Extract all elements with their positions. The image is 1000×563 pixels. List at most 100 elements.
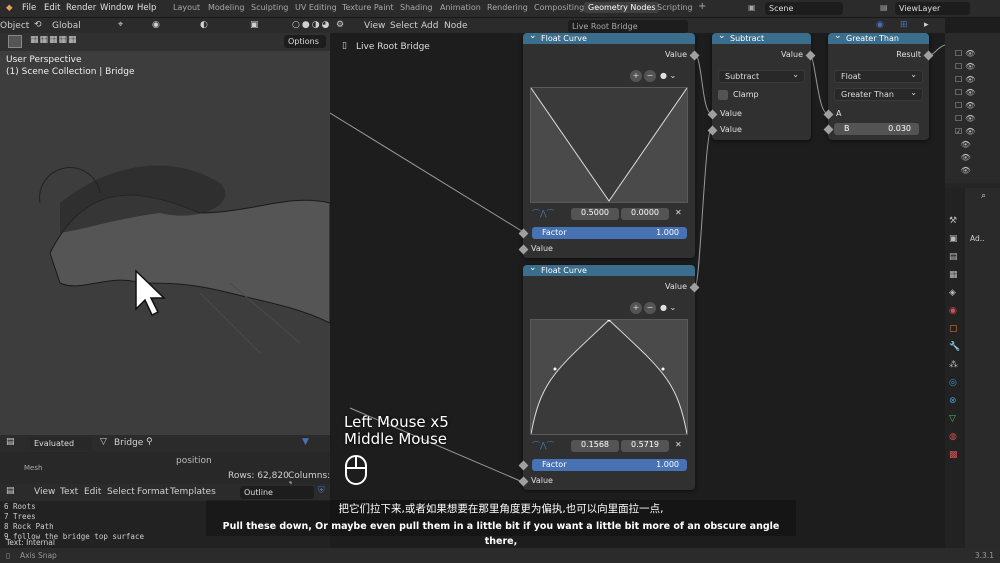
tab-rendering[interactable]: Rendering [487,3,528,12]
outliner[interactable]: ☐👁 ☐👁 ☐👁 ☐👁 ☐👁 ☐👁 ☑👁 👁 👁 👁 [945,33,1000,183]
data-icon[interactable]: ▽ [949,410,960,428]
proportional-edit-icon[interactable]: ◉ [152,20,160,30]
float-curve-node-2[interactable]: Float Curve Value + − ● ⌄ ⌒⋀⌒ 0.1568 0.5… [518,263,700,490]
tab-animation[interactable]: Animation [440,3,481,12]
row-toggle[interactable]: ☐👁 [955,86,978,99]
constraints-icon[interactable]: ⊗ [949,392,960,410]
scene-field[interactable]: Scene [765,2,843,15]
menu-text-templates[interactable]: Templates [170,487,216,497]
object-icon[interactable]: ▢ [949,320,960,338]
outliner-visibility-column[interactable]: ☐👁 ☐👁 ☐👁 ☐👁 ☐👁 ☐👁 ☑👁 👁 👁 👁 [955,47,978,177]
tab-shading[interactable]: Shading [400,3,433,12]
node-editor-canvas[interactable]: ▯ Live Root Bridge Float Curve Value + −… [330,33,945,548]
menu-node-view[interactable]: View [364,21,385,31]
physics-icon[interactable]: ◎ [949,374,960,392]
tab-texture-paint[interactable]: Texture Paint [342,3,394,12]
menu-render[interactable]: Render [66,3,96,13]
scene-icon[interactable]: ◈ [949,284,960,302]
subtract-operation-dropdown[interactable]: Subtract [718,70,805,83]
row-toggle[interactable]: ☐👁 [955,99,978,112]
menu-text-edit[interactable]: Edit [84,487,101,497]
zoom-out-icon[interactable]: − [644,302,656,314]
pin-icon[interactable]: ⚲ [146,437,153,447]
snap-icon[interactable]: ⊞ [900,20,908,30]
snap-icon[interactable]: ⌖ [118,20,123,30]
row-toggle[interactable]: ☑👁 [955,125,978,138]
row-toggle[interactable]: ☐👁 [955,73,978,86]
menu-edit[interactable]: Edit [44,3,60,13]
tab-scripting[interactable]: Scripting [657,3,693,12]
curve-tools-icon[interactable]: ● ⌄ [660,71,676,80]
tab-sculpting[interactable]: Sculpting [251,3,288,12]
object-mode-menu[interactable]: Object [0,21,29,31]
handle-type-icons[interactable]: ⌒⋀⌒ [532,440,555,451]
tab-layout[interactable]: Layout [173,3,200,12]
row-toggle[interactable]: 👁 [955,138,978,151]
delete-point-icon[interactable]: ✕ [675,208,682,217]
fc2-point-x[interactable]: 0.1568 [571,440,619,452]
spreadsheet-editor-icon[interactable]: ▤ [6,437,15,447]
3d-viewport[interactable]: ▦▦▦▦▦ Options User Perspective (1) Scene… [0,33,330,435]
subtract-node[interactable]: Subtract Value Subtract Clamp Value Valu… [707,33,816,140]
view-layer-field[interactable]: ViewLayer [895,2,970,15]
subtract-node-title[interactable]: Subtract [712,33,811,44]
tool-icon[interactable]: ⚒ [949,212,960,230]
zoom-in-icon[interactable]: + [630,302,642,314]
greater-than-b-field[interactable]: B 0.030 [834,123,919,135]
evaluated-dropdown[interactable]: Evaluated [30,437,92,450]
blender-logo-icon[interactable]: ◆ [6,3,13,13]
tab-compositing[interactable]: Compositing [534,3,584,12]
float-curve-node-2-title[interactable]: Float Curve [523,263,695,276]
curve-editor-2[interactable] [530,318,688,435]
sidebar-toggle-icon[interactable]: ▸ [924,20,929,30]
view-layer-icon[interactable]: ▦ [949,266,960,284]
delete-point-icon[interactable]: ✕ [675,440,682,449]
handle-type-icons[interactable]: ⌒⋀⌒ [532,208,555,219]
node-tree-field[interactable]: Live Root Bridge [568,20,688,33]
add-modifier-label[interactable]: Ad.. [970,234,985,243]
row-toggle[interactable]: ☐👁 [955,47,978,60]
menu-text-view[interactable]: View [34,487,55,497]
row-toggle[interactable]: 👁 [955,151,978,164]
fc2-factor-field[interactable]: Factor 1.000 [532,459,687,471]
domain-mesh[interactable]: Mesh [24,464,42,472]
world-icon[interactable]: ◉ [949,302,960,320]
search-icon[interactable]: ⌕ [981,191,986,201]
zoom-out-icon[interactable]: − [644,70,656,82]
menu-window[interactable]: Window [100,3,134,13]
greater-than-node[interactable]: Greater Than Result Float Greater Than A… [823,33,934,140]
fc1-point-y[interactable]: 0.0000 [621,208,669,220]
particles-icon[interactable]: ⁂ [949,356,960,374]
curve-tools-icon[interactable]: ● ⌄ [660,303,676,312]
float-curve-node-1[interactable]: Float Curve Value + − ● ⌄ ⌒⋀⌒ 0.5000 0.0… [518,33,700,258]
texture-icon[interactable]: ▩ [949,446,960,464]
menu-file[interactable]: File [22,3,36,13]
node-editor-icon[interactable]: ⚙ [336,20,344,30]
curve-editor-1[interactable] [530,87,688,203]
compare-operation-dropdown[interactable]: Greater Than [834,88,923,101]
tab-modeling[interactable]: Modeling [208,3,244,12]
options-dropdown[interactable]: Options [284,35,326,48]
text-content[interactable]: 6 Roots 7 Trees 8 Rock Path 9 follow the… [4,502,144,542]
output-icon[interactable]: ▤ [949,248,960,266]
shading-modes-icon[interactable]: ○●◑◕ [292,20,331,30]
greater-than-node-title[interactable]: Greater Than [828,33,929,44]
menu-node-select[interactable]: Select [390,21,418,31]
data-type-dropdown[interactable]: Float [834,70,923,83]
row-toggle[interactable]: ☐👁 [955,112,978,125]
tab-geometry-nodes[interactable]: Geometry Nodes [584,2,660,13]
fc1-factor-field[interactable]: Factor 1.000 [532,227,687,239]
text-editor-icon[interactable]: ▤ [6,486,15,496]
menu-text-select[interactable]: Select [107,487,135,497]
row-toggle[interactable]: ☐👁 [955,60,978,73]
fc2-point-y[interactable]: 0.5719 [621,440,669,452]
material-icon[interactable]: ◍ [949,428,960,446]
menu-text-text[interactable]: Text [60,487,78,497]
properties-tab-icons[interactable]: ⚒ ▣ ▤ ▦ ◈ ◉ ▢ 🔧 ⁂ ◎ ⊗ ▽ ◍ ▩ [949,212,960,464]
menu-node-add[interactable]: Add [421,21,438,31]
row-toggle[interactable]: 👁 [955,164,978,177]
xray-icon[interactable]: ▣ [250,20,259,30]
filter-icon[interactable]: ▼ [302,437,309,447]
menu-text-format[interactable]: Format [137,487,169,497]
zoom-in-icon[interactable]: + [630,70,642,82]
